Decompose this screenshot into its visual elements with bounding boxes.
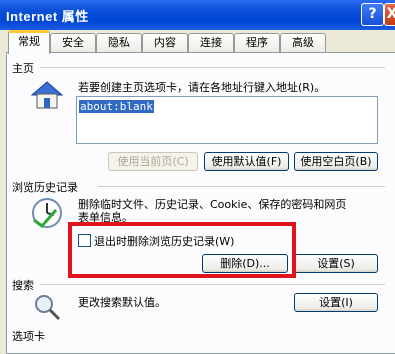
home-separator	[40, 67, 385, 68]
home-address-value: about:blank	[79, 100, 154, 113]
tab-security[interactable]: 安全	[50, 33, 96, 52]
tab-content[interactable]: 内容	[142, 33, 188, 52]
history-separator	[98, 186, 385, 187]
use-current-button[interactable]: 使用当前页(C)	[108, 152, 198, 171]
home-group-label: 主页	[12, 62, 34, 75]
title-bar: Internet 属性 ? X	[0, 0, 395, 30]
search-description: 更改搜索默认值。	[78, 296, 166, 309]
use-blank-button[interactable]: 使用空白页(B)	[294, 152, 378, 171]
search-separator	[40, 284, 385, 285]
clock-icon	[32, 198, 62, 229]
highlight-annotation	[68, 222, 296, 278]
home-description: 若要创建主页选项卡，请在各地址行键入地址(R)。	[78, 81, 326, 94]
magnifier-icon	[35, 295, 61, 321]
history-group-label: 浏览历史记录	[12, 181, 78, 194]
tabs-group-label: 选项卡	[12, 330, 45, 343]
tab-general[interactable]: 常规	[8, 30, 50, 54]
tab-advanced[interactable]: 高级	[280, 33, 326, 52]
house-icon	[30, 81, 64, 109]
close-button[interactable]: X	[384, 3, 395, 26]
tab-connections[interactable]: 连接	[188, 33, 234, 52]
window-title: Internet 属性	[6, 9, 89, 24]
help-button[interactable]: ?	[361, 3, 384, 26]
home-address-input[interactable]: about:blank	[76, 96, 378, 144]
use-default-button[interactable]: 使用默认值(F)	[204, 152, 289, 171]
history-settings-button[interactable]: 设置(S)	[294, 254, 378, 273]
search-group-label: 搜索	[12, 279, 34, 292]
tab-programs[interactable]: 程序	[234, 33, 280, 52]
tab-privacy[interactable]: 隐私	[96, 33, 142, 52]
search-settings-button[interactable]: 设置(I)	[294, 293, 378, 312]
